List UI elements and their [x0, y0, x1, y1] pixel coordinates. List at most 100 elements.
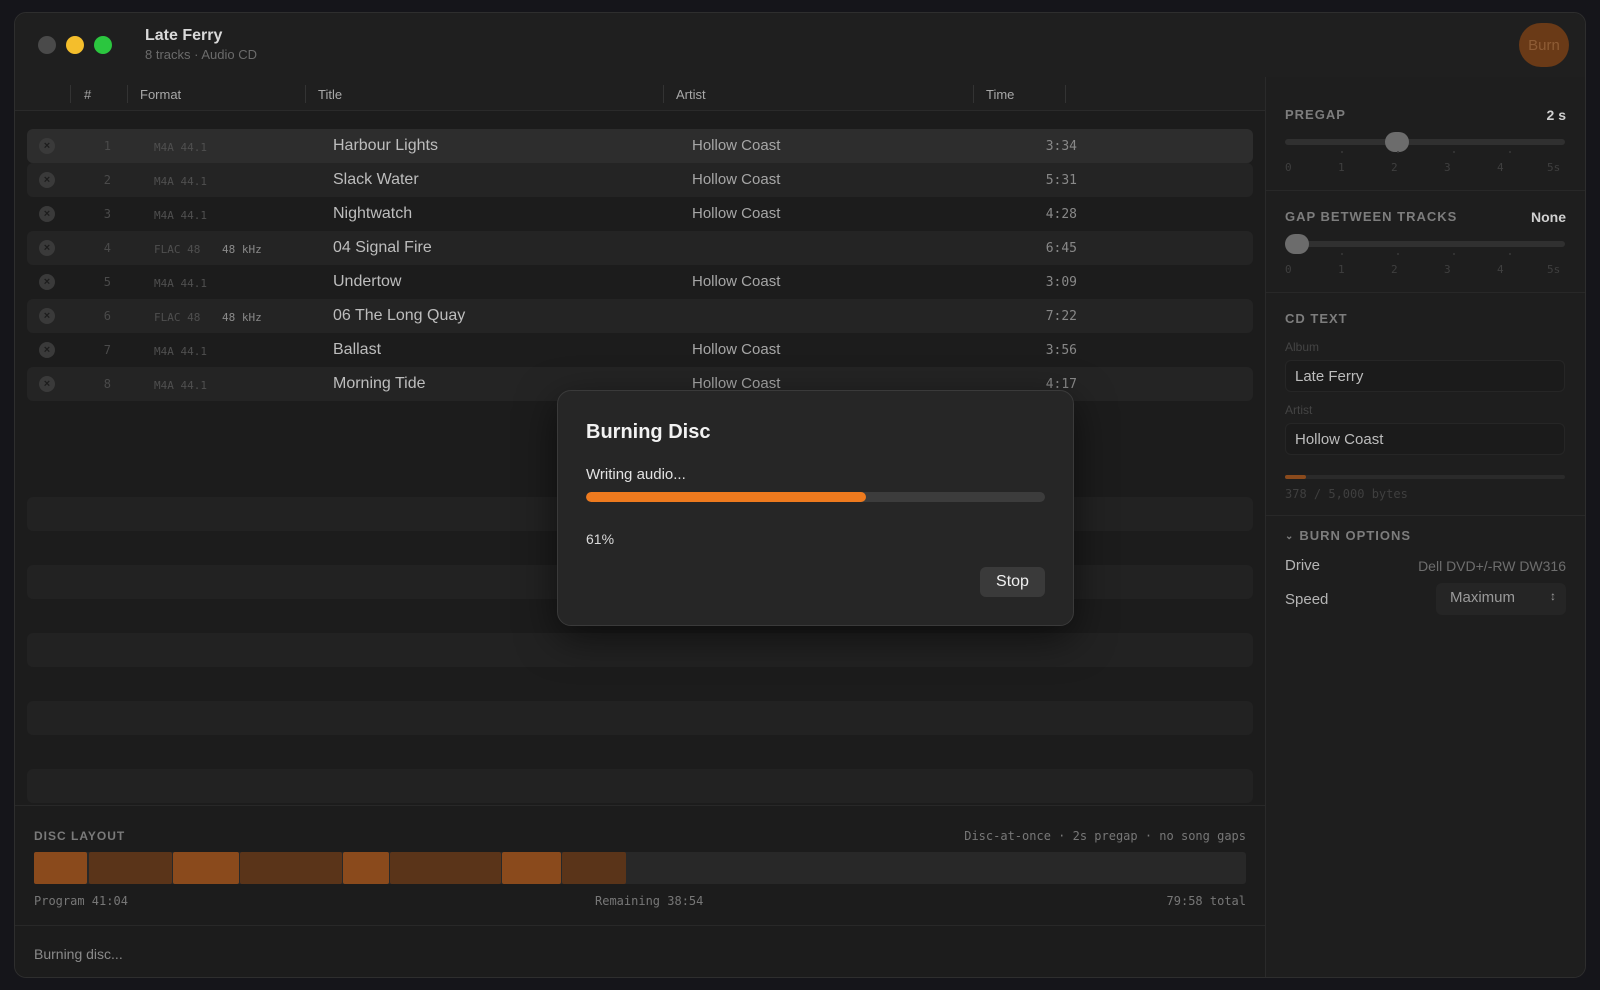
disc-total-time: 79:58 total — [1166, 894, 1246, 908]
app-window: Late Ferry 8 tracks · Audio CD Burn # Fo… — [14, 12, 1586, 978]
track-title: Morning Tide — [333, 375, 426, 392]
cd-text-bytes-count: 378 / 5,000 bytes — [1285, 487, 1408, 501]
burn-progress-percent: 61% — [586, 531, 615, 547]
track-time: 6:45 — [1045, 241, 1077, 256]
zoom-window-button[interactable] — [94, 36, 112, 54]
track-time: 5:31 — [1045, 173, 1077, 188]
burn-options-label: BURN OPTIONS — [1299, 528, 1412, 543]
disc-track-segment — [240, 852, 342, 884]
cd-text-bytes-fill — [1285, 475, 1307, 479]
tick-label: 2 — [1391, 263, 1398, 276]
stop-button[interactable]: Stop — [980, 567, 1045, 597]
track-number: 7 — [103, 343, 111, 357]
track-title: Ballast — [333, 341, 382, 358]
pregap-slider[interactable] — [1285, 132, 1565, 153]
track-number: 3 — [103, 207, 111, 221]
remove-track-icon[interactable]: × — [39, 342, 55, 358]
column-num[interactable]: # — [84, 87, 91, 102]
remove-track-icon[interactable]: × — [39, 308, 55, 324]
speed-select[interactable]: Maximum ↕ — [1436, 583, 1566, 615]
drive-value: Dell DVD+/-RW DW316 — [1418, 558, 1566, 574]
column-separator — [973, 85, 974, 103]
track-format: FLAC 48 — [154, 311, 201, 324]
track-format: FLAC 48 — [154, 243, 201, 256]
album-field[interactable]: Late Ferry — [1285, 360, 1565, 392]
disc-track-segment — [561, 852, 626, 884]
track-time: 4:28 — [1045, 207, 1077, 222]
burn-button[interactable]: Burn — [1519, 23, 1569, 67]
disc-track-segment — [342, 852, 390, 884]
remove-track-icon[interactable]: × — [39, 274, 55, 290]
dialog-title: Burning Disc — [586, 421, 711, 443]
column-header: # Format Title Artist Time — [15, 77, 1265, 111]
track-title: 06 The Long Quay — [333, 307, 466, 324]
track-format: M4A 44.1 — [154, 277, 207, 290]
table-row[interactable]: × 1 M4A 44.1 Harbour Lights Hollow Coast… — [27, 129, 1253, 163]
column-artist[interactable]: Artist — [676, 87, 706, 102]
album-field-label: Album — [1285, 340, 1320, 354]
artist-field-label: Artist — [1285, 403, 1313, 417]
select-arrows-icon: ↕ — [1550, 589, 1556, 603]
column-separator — [127, 85, 128, 103]
gap-slider-knob[interactable] — [1285, 234, 1309, 254]
disc-remaining-time: Remaining 38:54 — [595, 894, 704, 908]
status-text: Burning disc... — [34, 946, 123, 962]
speed-select-value: Maximum — [1450, 589, 1516, 606]
track-artist: Hollow Coast — [692, 341, 781, 358]
table-row[interactable]: × 5 M4A 44.1 Undertow Hollow Coast 3:09 — [27, 265, 1253, 299]
cd-text-label: CD TEXT — [1285, 311, 1348, 326]
divider — [1266, 515, 1585, 516]
tick-label: 3 — [1444, 161, 1451, 174]
empty-row — [27, 769, 1253, 803]
minimize-window-button[interactable] — [66, 36, 84, 54]
column-title[interactable]: Title — [318, 87, 342, 102]
column-separator — [70, 85, 71, 103]
remove-track-icon[interactable]: × — [39, 376, 55, 392]
track-format: M4A 44.1 — [154, 175, 207, 188]
track-title: Undertow — [333, 273, 402, 290]
track-format: M4A 44.1 — [154, 141, 207, 154]
table-row[interactable]: × 6 FLAC 48 48 kHz 06 The Long Quay 7:22 — [27, 299, 1253, 333]
track-table: × 1 M4A 44.1 Harbour Lights Hollow Coast… — [27, 129, 1253, 401]
track-title: Slack Water — [333, 171, 419, 188]
disc-program-time: Program 41:04 — [34, 894, 128, 908]
table-row[interactable]: × 3 M4A 44.1 Nightwatch Hollow Coast 4:2… — [27, 197, 1253, 231]
cd-text-bytes-meter — [1285, 475, 1565, 479]
track-title: Nightwatch — [333, 205, 413, 222]
empty-row — [27, 633, 1253, 667]
pregap-label: PREGAP — [1285, 107, 1346, 122]
column-format[interactable]: Format — [140, 87, 181, 102]
table-row[interactable]: × 4 FLAC 48 48 kHz 04 Signal Fire 6:45 — [27, 231, 1253, 265]
track-title: Harbour Lights — [333, 137, 438, 154]
track-artist: Hollow Coast — [692, 273, 781, 290]
status-bar: Burning disc... — [15, 925, 1265, 977]
track-time: 3:34 — [1045, 139, 1077, 154]
tick-label: 0 — [1285, 161, 1292, 174]
remove-track-icon[interactable]: × — [39, 172, 55, 188]
track-time: 7:22 — [1045, 309, 1077, 324]
tick-label: 0 — [1285, 263, 1292, 276]
column-separator — [663, 85, 664, 103]
remove-track-icon[interactable]: × — [39, 138, 55, 154]
burn-options-header[interactable]: ⌄ BURN OPTIONS — [1285, 528, 1411, 543]
close-window-button[interactable] — [38, 36, 56, 54]
burn-progress-fill — [586, 492, 866, 502]
column-time[interactable]: Time — [986, 87, 1014, 102]
table-row[interactable]: × 2 M4A 44.1 Slack Water Hollow Coast 5:… — [27, 163, 1253, 197]
gap-label: GAP BETWEEN TRACKS — [1285, 209, 1458, 224]
tick-label: 4 — [1497, 263, 1504, 276]
tick-label: 5s — [1547, 263, 1561, 276]
track-artist: Hollow Coast — [692, 205, 781, 222]
column-separator — [305, 85, 306, 103]
pregap-value: 2 s — [1546, 107, 1566, 123]
remove-track-icon[interactable]: × — [39, 240, 55, 256]
gap-slider[interactable] — [1285, 234, 1565, 255]
pregap-slider-knob[interactable] — [1385, 132, 1409, 152]
empty-row — [27, 701, 1253, 735]
artist-field[interactable]: Hollow Coast — [1285, 423, 1565, 455]
table-row[interactable]: × 7 M4A 44.1 Ballast Hollow Coast 3:56 — [27, 333, 1253, 367]
track-number: 4 — [103, 241, 111, 255]
remove-track-icon[interactable]: × — [39, 206, 55, 222]
tick-label: 4 — [1497, 161, 1504, 174]
track-number: 5 — [103, 275, 111, 289]
